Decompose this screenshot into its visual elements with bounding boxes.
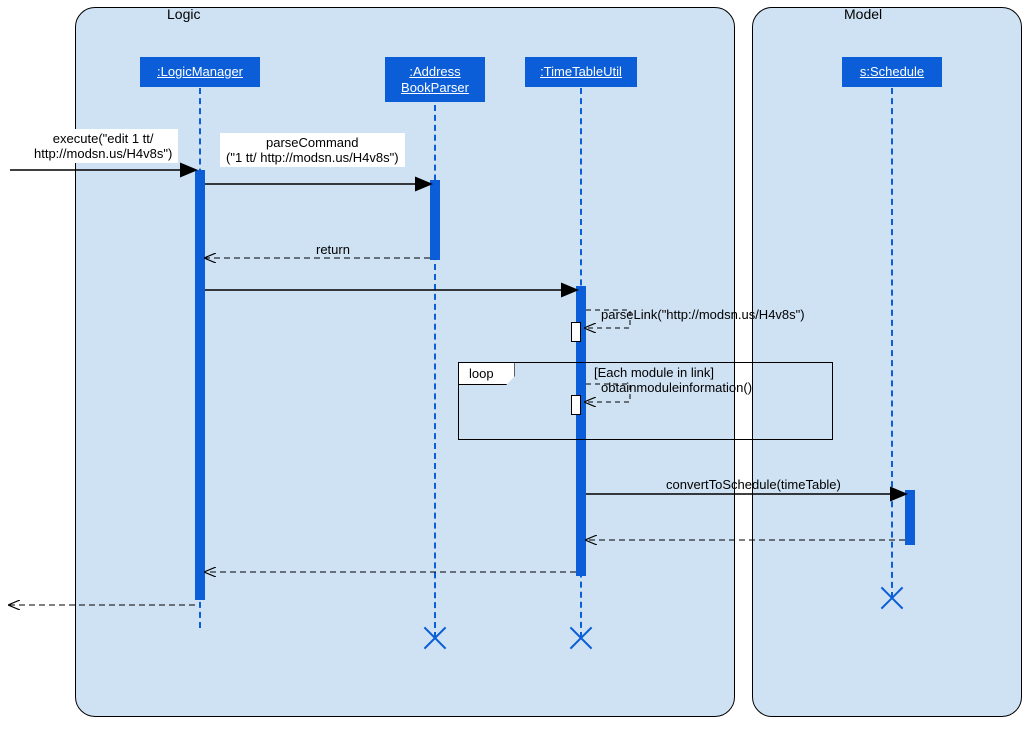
logic-region-label: Logic — [161, 6, 206, 22]
model-region-label: Model — [838, 6, 888, 22]
logicmanager-label: :LogicManager — [157, 64, 243, 79]
schedule-label: s:Schedule — [860, 64, 924, 79]
loop-guard: [Each module in link] — [594, 365, 714, 380]
timetableutil-parselink-activation — [571, 322, 581, 342]
timetableutil-label: :TimeTableUtil — [540, 64, 622, 79]
schedule-lifeline: s:Schedule — [842, 57, 942, 87]
logicmanager-lifeline: :LogicManager — [140, 57, 260, 87]
loop-frame: loop [Each module in link] — [458, 362, 833, 440]
timetableutil-lifeline: :TimeTableUtil — [525, 57, 637, 87]
addressbookparser-label: :Address BookParser — [401, 64, 469, 95]
loop-tag: loop — [459, 363, 515, 385]
logicmanager-activation — [195, 170, 205, 600]
addressbookparser-activation — [430, 180, 440, 260]
schedule-line — [891, 88, 893, 598]
sequence-diagram: Logic Model :LogicManager :Address BookP… — [0, 0, 1034, 731]
addressbookparser-line — [434, 95, 436, 638]
schedule-activation — [905, 490, 915, 545]
